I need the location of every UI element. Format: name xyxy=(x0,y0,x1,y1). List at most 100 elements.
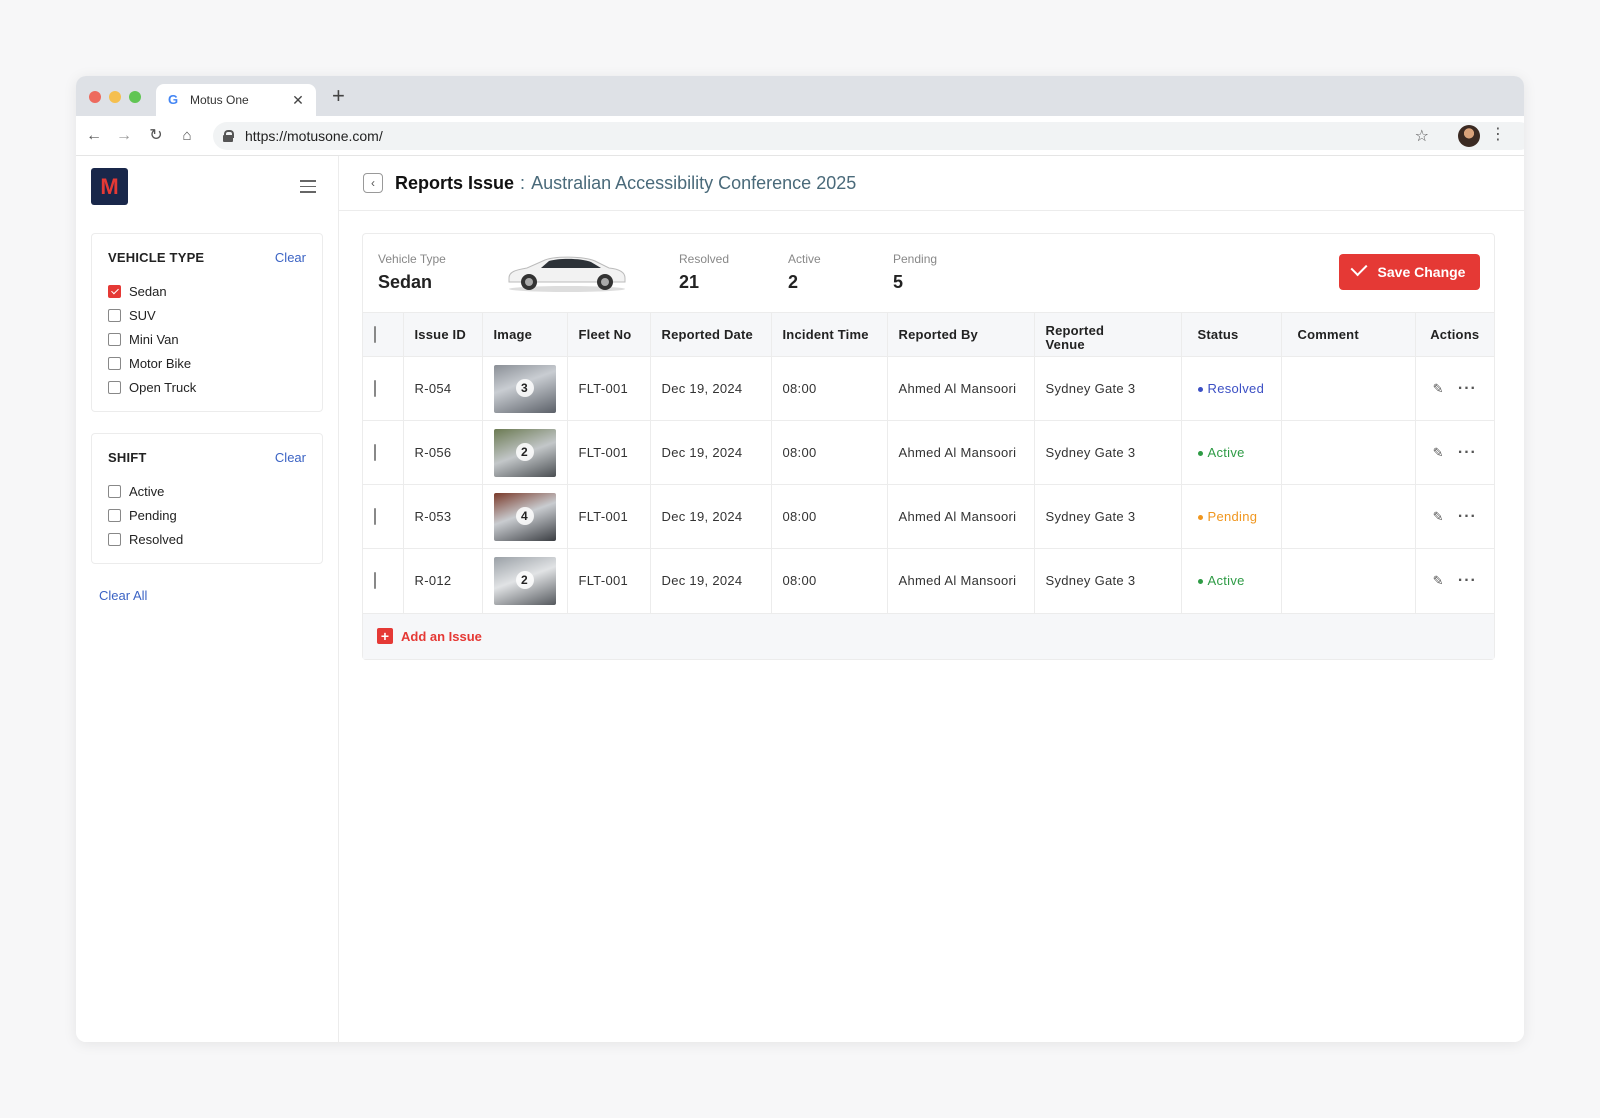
new-tab-icon[interactable]: + xyxy=(332,85,345,107)
close-window-dot[interactable] xyxy=(89,91,101,103)
option-label: Open Truck xyxy=(129,379,197,395)
home-icon[interactable]: ⌂ xyxy=(177,126,197,146)
edit-pencil-icon[interactable]: ✎ xyxy=(1433,445,1444,461)
reporter-cell: Ahmed Al Mansoori xyxy=(887,484,1035,549)
vehicle-option-motor-bike[interactable]: Motor Bike xyxy=(108,351,306,375)
browser-tab[interactable]: G Motus One ✕ xyxy=(156,84,316,116)
comment-cell[interactable] xyxy=(1281,356,1416,421)
issue-id-cell[interactable]: R-012 xyxy=(403,548,483,613)
damage-thumbnail[interactable]: 3 xyxy=(493,364,556,413)
damage-thumbnail[interactable]: 2 xyxy=(493,556,556,605)
clear-all-link[interactable]: Clear All xyxy=(99,588,147,603)
edit-pencil-icon[interactable]: ✎ xyxy=(1433,573,1444,589)
issue-id-cell[interactable]: R-056 xyxy=(403,420,483,485)
col-reported-by[interactable]: Reported By xyxy=(887,312,1035,357)
row-checkbox[interactable] xyxy=(374,508,376,525)
select-all-checkbox[interactable] xyxy=(374,326,376,343)
back-chevron-icon[interactable]: ‹ xyxy=(363,173,383,193)
url-field[interactable]: https://motusone.com/ xyxy=(213,122,1524,150)
status-dot xyxy=(1197,387,1203,393)
status-text: Active xyxy=(1207,573,1245,589)
comment-cell[interactable] xyxy=(1281,420,1416,485)
damage-thumbnail[interactable]: 4 xyxy=(493,492,556,541)
active-checkbox[interactable] xyxy=(108,484,121,498)
bookmark-star-icon[interactable]: ☆ xyxy=(1415,126,1429,146)
table-body: R-054 3 FLT-001 Dec 19, 2024 08:00 Ahmed… xyxy=(363,356,1494,613)
date-cell: Dec 19, 2024 xyxy=(650,484,772,549)
resolved-checkbox[interactable] xyxy=(108,532,121,546)
col-reported-venue[interactable]: Reported Venue xyxy=(1034,312,1182,357)
pending-checkbox[interactable] xyxy=(108,508,121,522)
row-checkbox[interactable] xyxy=(374,444,376,461)
issue-id-cell[interactable]: R-053 xyxy=(403,484,483,549)
event-name: Australian Accessibility Conference 2025 xyxy=(531,172,857,193)
vehicle-option-sedan[interactable]: Sedan xyxy=(108,279,306,303)
venue-cell: Sydney Gate 3 xyxy=(1034,484,1182,549)
col-status[interactable]: Status xyxy=(1181,312,1282,357)
edit-pencil-icon[interactable]: ✎ xyxy=(1433,509,1444,525)
checkmark-icon xyxy=(1350,259,1368,277)
row-select-cell xyxy=(363,548,404,613)
browser-menu-icon[interactable]: ⋮ xyxy=(1490,125,1506,145)
col-fleet-no[interactable]: Fleet No xyxy=(567,312,651,357)
shift-filter: SHIFT Clear Active Pending Resolved xyxy=(91,433,323,564)
reload-icon[interactable]: ↻ xyxy=(146,126,166,146)
maximize-window-dot[interactable] xyxy=(129,91,141,103)
option-label: Motor Bike xyxy=(129,355,192,371)
summary-value: Sedan xyxy=(378,272,433,292)
minimize-window-dot[interactable] xyxy=(109,91,121,103)
more-dots-icon[interactable]: ··· xyxy=(1458,380,1477,396)
vehicle-option-open-truck[interactable]: Open Truck xyxy=(108,375,306,399)
suv-checkbox[interactable] xyxy=(108,308,121,322)
status-dot xyxy=(1197,579,1203,585)
vehicle-option-mini-van[interactable]: Mini Van xyxy=(108,327,306,351)
shift-option-resolved[interactable]: Resolved xyxy=(108,527,306,551)
sedan-checkbox[interactable] xyxy=(108,284,121,298)
row-checkbox[interactable] xyxy=(374,380,376,397)
hamburger-menu-icon[interactable] xyxy=(300,180,316,197)
active-summary: Active 2 xyxy=(788,252,821,293)
open-truck-checkbox[interactable] xyxy=(108,380,121,394)
add-issue-row[interactable]: + Add an Issue xyxy=(363,612,1494,659)
close-tab-icon[interactable]: ✕ xyxy=(290,92,306,109)
fleet-cell: FLT-001 xyxy=(567,420,651,485)
date-cell: Dec 19, 2024 xyxy=(650,548,772,613)
time-cell: 08:00 xyxy=(771,484,888,549)
vehicle-option-suv[interactable]: SUV xyxy=(108,303,306,327)
comment-cell[interactable] xyxy=(1281,484,1416,549)
date-cell: Dec 19, 2024 xyxy=(650,356,772,421)
select-all-header xyxy=(363,312,404,357)
forward-arrow-icon[interactable]: → xyxy=(114,126,134,146)
shift-clear-link[interactable]: Clear xyxy=(275,450,306,465)
shift-option-active[interactable]: Active xyxy=(108,479,306,503)
reporter-cell: Ahmed Al Mansoori xyxy=(887,356,1035,421)
profile-avatar[interactable] xyxy=(1458,125,1480,147)
option-label: Pending xyxy=(129,507,177,523)
motus-logo[interactable]: M xyxy=(91,168,128,205)
more-dots-icon[interactable]: ··· xyxy=(1458,572,1477,588)
sedan-car-image xyxy=(508,256,626,292)
col-issue-id[interactable]: Issue ID xyxy=(403,312,483,357)
save-change-button[interactable]: Save Change xyxy=(1339,254,1480,290)
back-arrow-icon[interactable]: ← xyxy=(84,126,104,146)
status-cell: Pending xyxy=(1181,484,1282,549)
app: M VEHICLE TYPE Clear Sedan SUV Mini Van … xyxy=(76,156,1524,1042)
comment-cell[interactable] xyxy=(1281,548,1416,613)
more-dots-icon[interactable]: ··· xyxy=(1458,444,1477,460)
more-dots-icon[interactable]: ··· xyxy=(1458,508,1477,524)
col-incident-time[interactable]: Incident Time xyxy=(771,312,888,357)
venue-cell: Sydney Gate 3 xyxy=(1034,420,1182,485)
shift-option-pending[interactable]: Pending xyxy=(108,503,306,527)
vehicle-type-clear-link[interactable]: Clear xyxy=(275,250,306,265)
status-dot xyxy=(1197,515,1203,521)
status-badge: Active xyxy=(1197,573,1245,589)
row-checkbox[interactable] xyxy=(374,572,376,590)
tab-bar: G Motus One ✕ + xyxy=(76,76,1524,116)
motor-bike-checkbox[interactable] xyxy=(108,356,121,370)
browser-window: G Motus One ✕ + ← → ↻ ⌂ https://motusone… xyxy=(76,76,1524,1042)
edit-pencil-icon[interactable]: ✎ xyxy=(1433,381,1444,397)
mini-van-checkbox[interactable] xyxy=(108,332,121,346)
issue-id-cell[interactable]: R-054 xyxy=(403,356,483,421)
col-reported-date[interactable]: Reported Date xyxy=(650,312,772,357)
damage-thumbnail[interactable]: 2 xyxy=(493,428,556,477)
